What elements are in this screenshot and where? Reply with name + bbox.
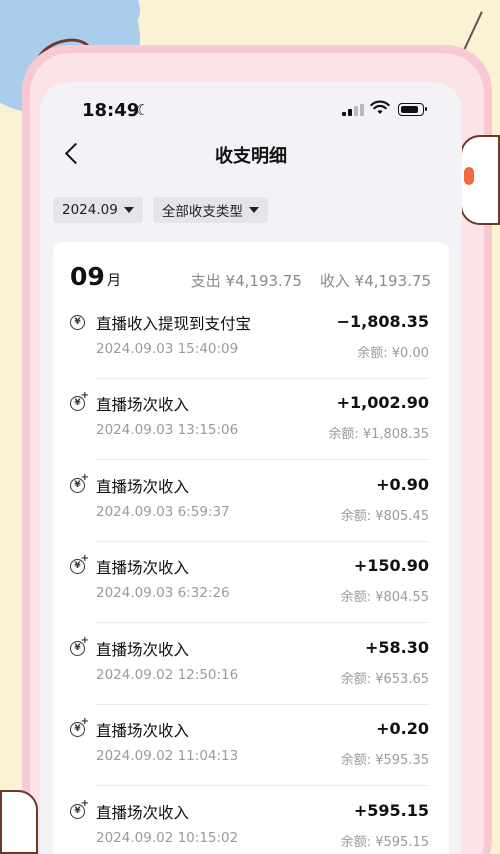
transaction-date: 2024.09.02 12:50:16 [96,667,239,683]
transaction-balance: 余额: ¥595.35 [340,753,429,768]
transaction-row[interactable]: ¥ 直播场次收入 2024.09.02 10:15:02 +595.15 余额:… [53,787,449,854]
transaction-name: 直播场次收入 [96,396,190,414]
transaction-name: 直播场次收入 [96,804,190,822]
totals: 支出 ¥4,193.75 收入 ¥4,193.75 [191,270,431,291]
status-time: 18:49 [82,100,140,121]
transaction-amount: −1,808.35 [336,312,429,331]
divider [96,459,429,460]
transaction-date: 2024.09.03 15:40:09 [96,341,239,357]
transaction-name: 直播场次收入 [96,478,190,496]
nav-bar: 收支明细 [40,132,462,176]
transaction-balance: 余额: ¥653.65 [340,672,429,687]
transaction-name: 直播场次收入 [96,641,190,659]
income-icon: ¥ [70,716,89,737]
type-filter-label: 全部收支类型 [161,204,243,220]
income-icon: ¥ [70,472,89,493]
expense-total: 支出 ¥4,193.75 [190,272,302,290]
page-title: 收支明细 [215,146,287,167]
transaction-balance: 余额: ¥595.15 [340,835,429,850]
transaction-row[interactable]: ¥ 直播收入提现到支付宝 2024.09.03 15:40:09 −1,808.… [53,298,449,379]
transaction-row[interactable]: ¥ 直播场次收入 2024.09.02 11:04:13 +0.20 余额: ¥… [53,705,449,786]
income-icon: ¥ [70,635,89,656]
wifi-icon [370,100,390,114]
income-total: 收入 ¥4,193.75 [319,272,431,290]
income-icon: ¥ [70,798,89,819]
caret-down-icon [123,207,134,213]
transaction-row[interactable]: ¥ 直播场次收入 2024.09.02 12:50:16 +58.30 余额: … [53,624,449,705]
transaction-balance: 余额: ¥805.45 [340,509,429,524]
transaction-date: 2024.09.02 11:04:13 [96,748,239,764]
divider [96,785,429,786]
phone-screen: 18:49 ☾ 收支明细 2024.09 全部收支类型 09 月 支出 ¥4,1… [40,82,462,854]
transaction-name: 直播收入提现到支付宝 [96,315,252,333]
battery-icon [398,103,427,116]
withdraw-icon: ¥ [70,315,85,330]
transaction-amount: +0.20 [376,719,429,738]
transaction-date: 2024.09.03 6:59:37 [96,504,230,520]
transaction-row[interactable]: ¥ 直播场次收入 2024.09.03 6:32:26 +150.90 余额: … [53,542,449,623]
transaction-balance: 余额: ¥0.00 [357,346,429,361]
cat-sticker-right [460,135,500,225]
transaction-balance: 余额: ¥804.55 [340,590,429,605]
cat-sticker-left [0,790,38,854]
transaction-name: 直播场次收入 [96,559,190,577]
transaction-date: 2024.09.03 6:32:26 [96,585,230,601]
income-icon: ¥ [70,553,89,574]
month-filter-dropdown[interactable]: 2024.09 [53,197,143,223]
transaction-date: 2024.09.03 13:15:06 [96,422,239,438]
transaction-name: 直播场次收入 [96,722,190,740]
transaction-amount: +0.90 [376,475,429,494]
month-unit: 月 [107,273,121,289]
transaction-amount: +150.90 [353,556,429,575]
caret-down-icon [248,207,259,213]
filter-bar: 2024.09 全部收支类型 [53,197,268,223]
transaction-row[interactable]: ¥ 直播场次收入 2024.09.03 6:59:37 +0.90 余额: ¥8… [53,461,449,542]
transaction-row[interactable]: ¥ 直播场次收入 2024.09.03 13:15:06 +1,002.90 余… [53,379,449,460]
divider [96,622,429,623]
month-number: 09 [70,262,105,291]
income-icon: ¥ [70,390,89,411]
transaction-balance: 余额: ¥1,808.35 [328,427,429,442]
transaction-date: 2024.09.02 10:15:02 [96,830,239,846]
transaction-amount: +595.15 [353,801,429,820]
transaction-amount: +1,002.90 [336,393,429,412]
transaction-amount: +58.30 [364,638,429,657]
moon-icon: ☾ [136,101,150,119]
transactions-card: 09 月 支出 ¥4,193.75 收入 ¥4,193.75 ¥ 直播收入提现到… [53,242,449,854]
type-filter-dropdown[interactable]: 全部收支类型 [152,197,268,223]
signal-icon [342,104,364,116]
month-filter-label: 2024.09 [62,202,118,218]
